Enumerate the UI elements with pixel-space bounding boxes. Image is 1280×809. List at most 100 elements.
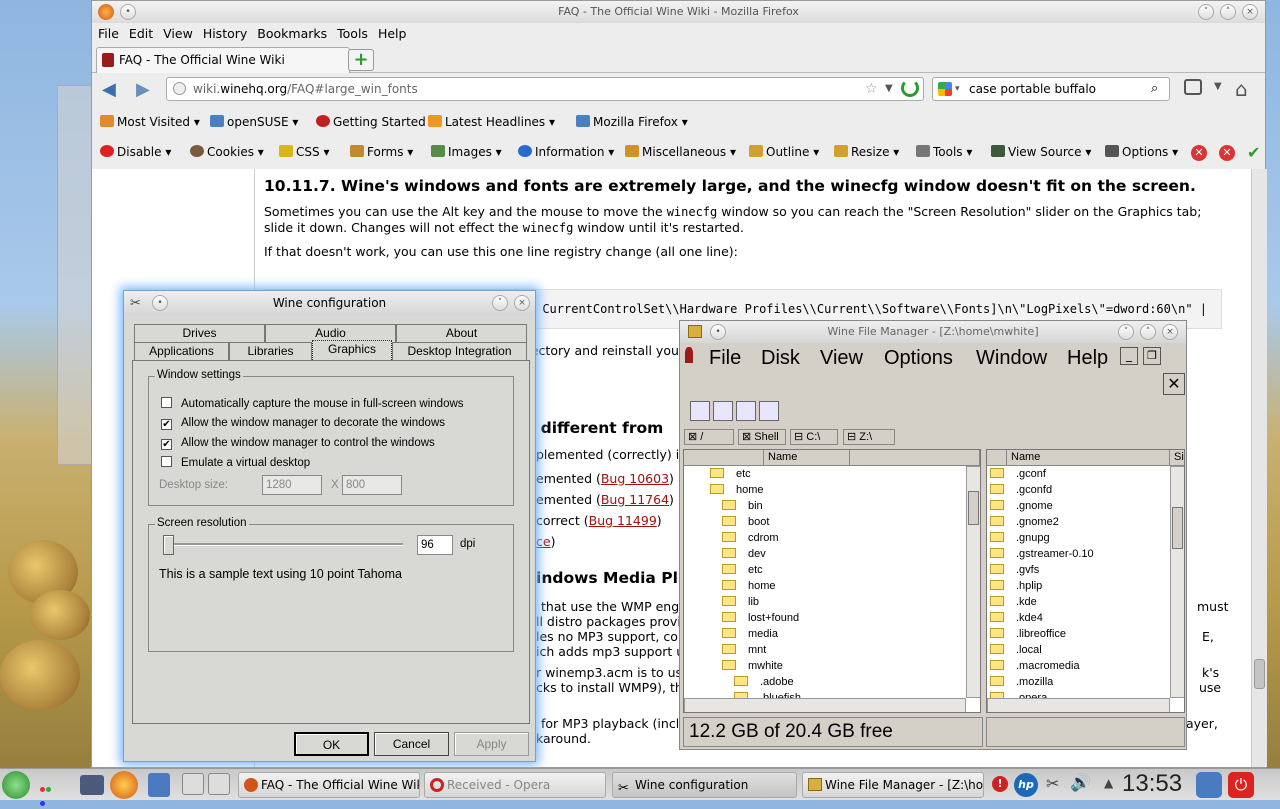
file-row[interactable]: .kde bbox=[990, 594, 1037, 610]
menu-history[interactable]: History bbox=[198, 23, 252, 45]
alert-icon[interactable]: ! bbox=[992, 776, 1008, 792]
dev-tools[interactable]: Tools ▾ bbox=[916, 144, 972, 160]
bookmark-latest-headlines[interactable]: Latest Headlines ▾ bbox=[428, 114, 555, 130]
dpi-slider-track[interactable] bbox=[163, 543, 403, 546]
clock[interactable]: 13:53 bbox=[1122, 770, 1182, 798]
search-input[interactable]: ▾ case portable buffalo ⌕ bbox=[932, 77, 1170, 101]
tab-drives[interactable]: Drives bbox=[134, 324, 265, 342]
apply-button[interactable]: Apply bbox=[454, 732, 529, 756]
menu-view[interactable]: View bbox=[158, 23, 198, 45]
scrollbar-thumb[interactable] bbox=[1254, 659, 1265, 689]
home-icon[interactable]: ⌂ bbox=[1235, 77, 1248, 101]
camera-icon[interactable] bbox=[1184, 79, 1202, 95]
desktop-pager-1[interactable] bbox=[182, 773, 204, 795]
bookmark-mozilla-firefox[interactable]: Mozilla Firefox ▾ bbox=[576, 114, 688, 130]
tab-libraries[interactable]: Libraries bbox=[229, 342, 312, 360]
tree-item[interactable]: mnt bbox=[722, 642, 766, 658]
file-row[interactable]: .kde4 bbox=[990, 610, 1043, 626]
file-row[interactable]: .gconfd bbox=[990, 482, 1052, 498]
file-row[interactable]: .gvfs bbox=[990, 562, 1039, 578]
file-manager-launcher-icon[interactable] bbox=[80, 775, 104, 795]
dev-information[interactable]: Information ▾ bbox=[518, 144, 614, 160]
dev-view-source[interactable]: View Source ▾ bbox=[991, 144, 1091, 160]
chevron-down-icon[interactable]: ▼ bbox=[885, 78, 893, 100]
file-row[interactable]: .libreoffice bbox=[990, 626, 1066, 642]
column-header-name[interactable]: Name bbox=[764, 450, 850, 466]
bookmark-getting-started[interactable]: Getting Started bbox=[316, 114, 426, 130]
drive-root[interactable]: ⊠ / bbox=[684, 429, 734, 445]
bug-link[interactable]: Bug 11499 bbox=[589, 513, 657, 528]
minimize-button[interactable]: ˅ bbox=[1118, 324, 1134, 340]
menu-bookmarks[interactable]: Bookmarks bbox=[252, 23, 332, 45]
bookmark-opensuse[interactable]: openSUSE ▾ bbox=[210, 114, 298, 130]
dev-options[interactable]: Options ▾ bbox=[1105, 144, 1178, 160]
start-menu-icon[interactable] bbox=[2, 771, 30, 799]
hp-icon[interactable]: hp bbox=[1014, 773, 1038, 797]
file-row[interactable]: .gnome2 bbox=[990, 514, 1059, 530]
pin-button[interactable]: • bbox=[152, 295, 168, 311]
power-icon[interactable]: ⏻ bbox=[1228, 772, 1254, 798]
dev-forms[interactable]: Forms ▾ bbox=[350, 144, 413, 160]
menu-file[interactable]: File bbox=[709, 347, 741, 370]
dev-css[interactable]: CSS ▾ bbox=[279, 144, 329, 160]
list-horizontal-scrollbar[interactable] bbox=[987, 698, 1170, 712]
checkbox-box[interactable]: ✔ bbox=[161, 419, 172, 430]
menu-help[interactable]: Help bbox=[1067, 347, 1108, 370]
text-editor-launcher-icon[interactable] bbox=[148, 773, 170, 797]
tree-item[interactable]: bin bbox=[722, 498, 763, 514]
mdi-restore-button[interactable]: ❐ bbox=[1143, 347, 1161, 365]
firefox-launcher-icon[interactable] bbox=[110, 771, 138, 799]
klipper-icon[interactable]: ✂ bbox=[1046, 774, 1059, 793]
cancel-button[interactable]: Cancel bbox=[374, 732, 449, 756]
menu-help[interactable]: Help bbox=[373, 23, 412, 45]
tree-item[interactable]: media bbox=[722, 626, 778, 642]
file-row[interactable]: .gnupg bbox=[990, 530, 1050, 546]
capture-mouse-checkbox[interactable]: Automatically capture the mouse in full-… bbox=[161, 397, 464, 410]
tree-item[interactable]: home bbox=[722, 578, 776, 594]
tab-about[interactable]: About bbox=[396, 324, 527, 342]
tab-graphics[interactable]: Graphics bbox=[312, 340, 392, 360]
drive-shell[interactable]: ⊠ Shell bbox=[738, 429, 786, 445]
star-icon[interactable]: ☆ bbox=[865, 78, 878, 100]
maximize-button[interactable]: ˄ bbox=[1220, 4, 1236, 20]
tree-item[interactable]: etc bbox=[722, 562, 763, 578]
error-icon[interactable]: ✕ bbox=[1219, 145, 1235, 161]
file-row[interactable]: .gstreamer-0.10 bbox=[990, 546, 1094, 562]
dev-resize[interactable]: Resize ▾ bbox=[834, 144, 899, 160]
file-row[interactable]: .gnome bbox=[990, 498, 1053, 514]
new-tab-icon[interactable]: + bbox=[348, 49, 374, 71]
back-arrow-icon[interactable]: ◀ bbox=[102, 79, 116, 100]
page-scrollbar[interactable] bbox=[1251, 169, 1267, 767]
tree-item[interactable]: etc bbox=[710, 466, 751, 482]
tab-desktop-integration[interactable]: Desktop Integration bbox=[392, 342, 527, 360]
tree-horizontal-scrollbar[interactable] bbox=[684, 698, 966, 712]
file-row[interactable]: .macromedia bbox=[990, 658, 1080, 674]
desktop-pager-2[interactable] bbox=[208, 773, 230, 795]
volume-icon[interactable]: 🔊 bbox=[1070, 773, 1091, 793]
bug-link[interactable]: Bug 11764 bbox=[601, 492, 669, 507]
menu-file[interactable]: File bbox=[92, 23, 124, 45]
tab-faq[interactable]: FAQ - The Official Wine Wiki bbox=[96, 47, 350, 73]
tree-item[interactable]: mwhite bbox=[722, 658, 783, 674]
checkmark-icon[interactable]: ✔ bbox=[1247, 143, 1260, 162]
tree-item[interactable]: boot bbox=[722, 514, 769, 530]
drive-z[interactable]: ⊟ Z:\ bbox=[843, 429, 895, 445]
binoculars-icon[interactable]: ⌕ bbox=[1151, 78, 1158, 100]
virtual-desktop-checkbox[interactable]: Emulate a virtual desktop bbox=[161, 456, 310, 469]
desktop-height-input[interactable]: 800 bbox=[342, 475, 402, 495]
task-firefox[interactable]: FAQ - The Official Wine Wiki bbox=[238, 772, 420, 798]
menu-window[interactable]: Window bbox=[976, 347, 1047, 370]
toolbar-tree-icon[interactable] bbox=[690, 401, 710, 421]
toolbar-tile-horizontal-icon[interactable] bbox=[736, 401, 756, 421]
menu-disk[interactable]: Disk bbox=[761, 347, 800, 370]
menu-tools[interactable]: Tools bbox=[332, 23, 373, 45]
chevron-down-icon[interactable]: ▼ bbox=[1214, 81, 1222, 92]
error-icon[interactable]: ✕ bbox=[1191, 145, 1207, 161]
tree-item[interactable]: cdrom bbox=[722, 530, 779, 546]
url-bar[interactable]: wiki.winehq.org/FAQ#large_win_fonts ☆ ▼ bbox=[166, 77, 924, 101]
close-button[interactable]: × bbox=[1242, 4, 1258, 20]
file-row[interactable]: .hplip bbox=[990, 578, 1042, 594]
checkbox-box[interactable] bbox=[161, 456, 172, 467]
minimize-button[interactable]: ˅ bbox=[1198, 4, 1214, 20]
dev-outline[interactable]: Outline ▾ bbox=[749, 144, 819, 160]
